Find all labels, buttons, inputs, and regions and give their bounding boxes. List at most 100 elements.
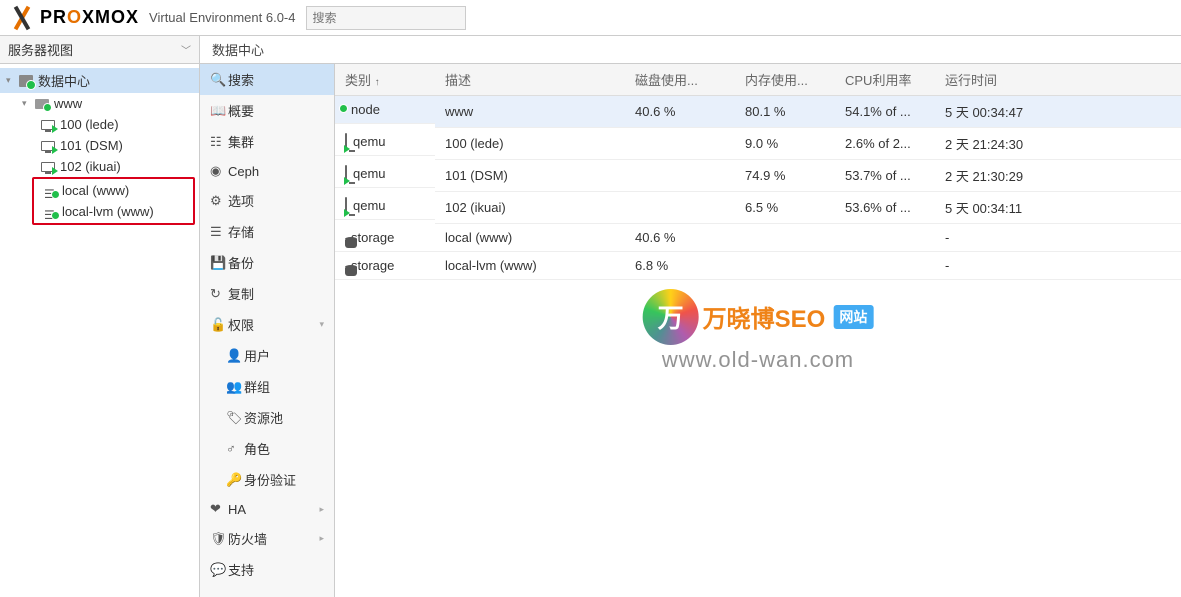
version-label: Virtual Environment 6.0-4 [149, 10, 295, 25]
col-cpu[interactable]: CPU利用率 [835, 64, 935, 96]
cell-spacer [1085, 192, 1181, 224]
logo: PROXMOX [8, 7, 139, 29]
menu-pools[interactable]: 🏷资源池 [200, 402, 334, 433]
tree-toggle-icon[interactable]: ▾ [6, 75, 18, 86]
save-icon: 💾 [210, 255, 228, 271]
menu-label: 身份验证 [244, 470, 324, 489]
table-row[interactable]: storagelocal (www)40.6 %- [335, 224, 1181, 252]
col-desc[interactable]: 描述 [435, 64, 625, 96]
cell-desc: local-lvm (www) [435, 252, 625, 280]
menu-firewall[interactable]: 🛡防火墙▸ [200, 523, 334, 554]
vm-icon [40, 160, 56, 174]
menu-label: 集群 [228, 132, 324, 151]
cell-disk [625, 192, 735, 224]
menu-label: 支持 [228, 560, 324, 579]
menu-backup[interactable]: 💾备份 [200, 247, 334, 278]
cell-disk [625, 160, 735, 192]
cell-cpu: 53.6% of ... [835, 192, 935, 224]
search-grid: 类别 ↑ 描述 磁盘使用... 内存使用... CPU利用率 运行时间 node… [335, 64, 1181, 597]
menu-label: 选项 [228, 191, 324, 210]
cell-spacer [1085, 160, 1181, 192]
table-row[interactable]: nodewww40.6 %80.1 %54.1% of ...5 天 00:34… [335, 96, 1181, 128]
menu-cluster[interactable]: ☷集群 [200, 126, 334, 157]
menu-search[interactable]: 🔍搜索 [200, 64, 334, 95]
table-row[interactable]: qemu102 (ikuai)6.5 %53.6% of ...5 天 00:3… [335, 192, 1181, 224]
storage-icon: ☰ [210, 224, 228, 240]
col-mem[interactable]: 内存使用... [735, 64, 835, 96]
col-spacer [1085, 64, 1181, 96]
chevron-right-icon: ▸ [319, 533, 324, 544]
tree-datacenter[interactable]: ▾ 数据中心 [0, 68, 199, 93]
menu-permissions[interactable]: 🔓权限▾ [200, 309, 334, 340]
group-icon: 👥 [226, 379, 244, 395]
cell-type-label: qemu [353, 134, 386, 149]
ceph-icon: ◉ [210, 163, 228, 179]
chevron-right-icon: ▸ [319, 504, 324, 515]
cell-mem: 6.5 % [735, 192, 835, 224]
menu-label: 资源池 [244, 408, 324, 427]
results-table: 类别 ↑ 描述 磁盘使用... 内存使用... CPU利用率 运行时间 node… [335, 64, 1181, 280]
menu-ceph[interactable]: ◉Ceph [200, 157, 334, 185]
menu-summary[interactable]: 📖概要 [200, 95, 334, 126]
cell-uptime: 5 天 00:34:47 [935, 96, 1085, 128]
watermark: 万 万晓博SEO 网站 www.old-wan.com [643, 289, 874, 373]
cell-uptime: 5 天 00:34:11 [935, 192, 1085, 224]
breadcrumb: 数据中心 [200, 36, 1181, 64]
cell-mem: 80.1 % [735, 96, 835, 128]
cell-mem: 74.9 % [735, 160, 835, 192]
menu-label: 防火墙 [228, 529, 319, 548]
cell-type: storage [335, 224, 435, 252]
cell-cpu [835, 224, 935, 252]
global-search[interactable] [306, 6, 466, 30]
cell-uptime: - [935, 252, 1085, 280]
view-selector-label: 服务器视图 [8, 40, 73, 59]
tree-storage-local[interactable]: local (www) [34, 180, 193, 201]
logo-x-icon [8, 7, 36, 29]
cell-uptime: - [935, 224, 1085, 252]
cell-disk: 6.8 % [625, 252, 735, 280]
cell-type: node [335, 96, 435, 124]
col-disk[interactable]: 磁盘使用... [625, 64, 735, 96]
table-row[interactable]: qemu100 (lede)9.0 %2.6% of 2...2 天 21:24… [335, 128, 1181, 160]
storage-icon [42, 184, 58, 198]
menu-ha[interactable]: ❤HA▸ [200, 495, 334, 523]
menu-support[interactable]: 💬支持 [200, 554, 334, 585]
search-input[interactable] [306, 6, 466, 30]
search-icon: 🔍 [210, 72, 228, 88]
view-selector[interactable]: 服务器视图 ﹀ [0, 36, 199, 64]
shield-icon: 🛡 [210, 531, 228, 547]
menu-options[interactable]: ⚙选项 [200, 185, 334, 216]
cell-mem [735, 224, 835, 252]
menu-groups[interactable]: 👥群组 [200, 371, 334, 402]
tree-toggle-icon[interactable]: ▾ [22, 98, 34, 109]
resource-tree: ▾ 数据中心 ▾ www 100 (lede) 101 (DSM) 102 (i… [0, 64, 199, 597]
menu-label: 权限 [228, 315, 319, 334]
cell-desc: 101 (DSM) [435, 160, 625, 192]
brand-pre: PR [40, 7, 67, 27]
unlock-icon: 🔓 [210, 317, 228, 333]
menu-auth[interactable]: 🔑身份验证 [200, 464, 334, 495]
watermark-logo-icon: 万 [643, 289, 699, 345]
logo-text: PROXMOX [40, 7, 139, 28]
cell-cpu: 54.1% of ... [835, 96, 935, 128]
col-type[interactable]: 类别 ↑ [335, 64, 435, 96]
menu-roles[interactable]: ♂角色 [200, 433, 334, 464]
menu-storage[interactable]: ☰存储 [200, 216, 334, 247]
tree-storage-local-lvm[interactable]: local-lvm (www) [34, 201, 193, 222]
col-uptime[interactable]: 运行时间 [935, 64, 1085, 96]
heartbeat-icon: ❤ [210, 501, 228, 517]
menu-users[interactable]: 👤用户 [200, 340, 334, 371]
tree-vm-101[interactable]: 101 (DSM) [0, 135, 199, 156]
tree-vm-100[interactable]: 100 (lede) [0, 114, 199, 135]
tree-node-www[interactable]: ▾ www [0, 93, 199, 114]
breadcrumb-label: 数据中心 [212, 40, 264, 59]
chevron-down-icon: ▾ [319, 319, 324, 330]
cell-spacer [1085, 224, 1181, 252]
table-row[interactable]: storage local-lvm (www)6.8 % - [335, 252, 1181, 280]
vm-icon [345, 198, 347, 213]
male-icon: ♂ [226, 441, 244, 456]
table-row[interactable]: qemu101 (DSM)74.9 %53.7% of ...2 天 21:30… [335, 160, 1181, 192]
cell-type-label: storage [351, 258, 394, 273]
menu-replication[interactable]: ↻复制 [200, 278, 334, 309]
tree-vm-102[interactable]: 102 (ikuai) [0, 156, 199, 177]
